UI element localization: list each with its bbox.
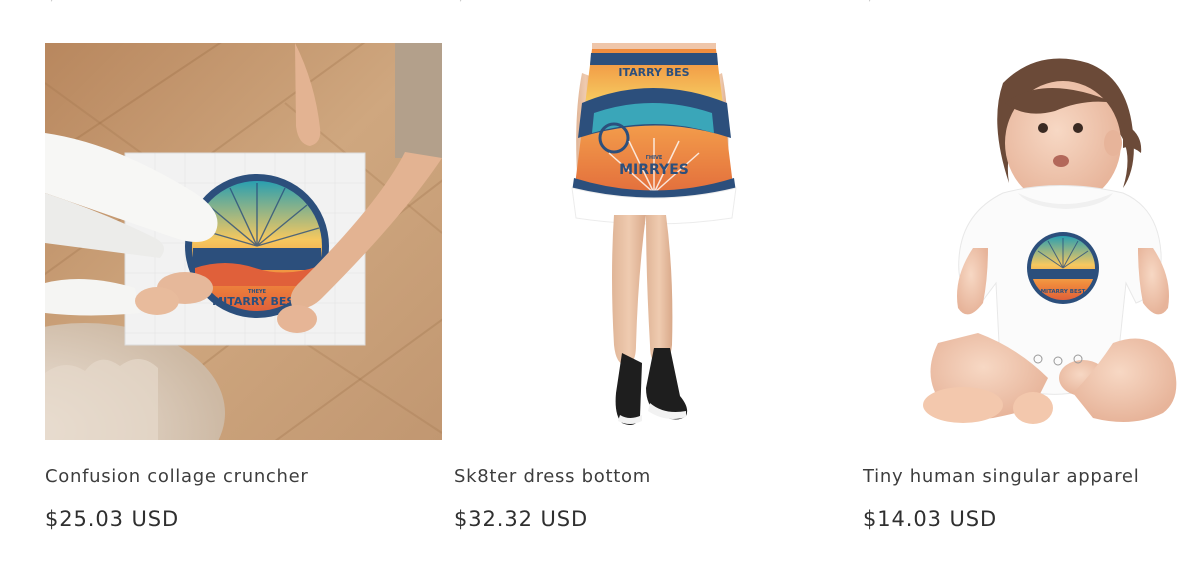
product-price: $14.03 USD	[863, 507, 998, 531]
product-image-skirt[interactable]: ITARRY BES ΓHIVE MIRRYES	[454, 43, 851, 440]
product-title[interactable]: Tiny human singular apparel	[863, 466, 1139, 487]
onesie-emblem-text: MITARRY BEST	[1041, 289, 1086, 295]
product-card-onesie[interactable]: MITARRY BEST Tiny human singular apparel…	[863, 43, 1200, 531]
cropped-row-marker	[868, 0, 876, 3]
skirt-emblem-small-text: ΓHIVE	[646, 155, 663, 161]
product-title[interactable]: Confusion collage cruncher	[45, 466, 309, 487]
cropped-row-marker	[459, 0, 467, 3]
puzzle-photo: MITARRY BEST THEYE	[45, 43, 442, 440]
product-title[interactable]: Sk8ter dress bottom	[454, 466, 651, 487]
product-image-puzzle[interactable]: MITARRY BEST THEYE	[45, 43, 442, 440]
skirt-emblem-text: MIRRYES	[619, 162, 689, 178]
product-image-onesie[interactable]: MITARRY BEST	[863, 43, 1200, 440]
cropped-row-marker	[50, 0, 58, 3]
puzzle-emblem-text: MITARRY BEST	[212, 295, 302, 308]
skirt-photo: ITARRY BES ΓHIVE MIRRYES	[454, 43, 851, 440]
product-card-puzzle[interactable]: MITARRY BEST THEYE Confusion collage cru…	[45, 43, 442, 531]
product-price: $25.03 USD	[45, 507, 180, 531]
product-price: $32.32 USD	[454, 507, 589, 531]
product-card-skirt[interactable]: ITARRY BES ΓHIVE MIRRYES Sk8ter dress bo…	[454, 43, 851, 531]
onesie-photo: MITARRY BEST	[863, 43, 1200, 440]
skirt-emblem-top-text: ITARRY BES	[618, 66, 689, 79]
puzzle-emblem-small-text: THEYE	[248, 289, 267, 295]
